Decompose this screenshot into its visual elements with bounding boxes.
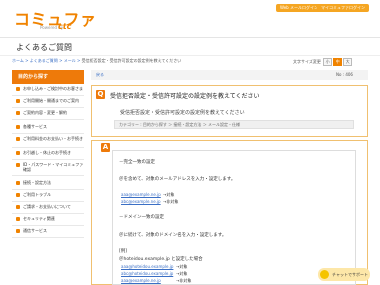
text-size-large-button[interactable]: 大 bbox=[343, 58, 353, 66]
arrow-icon bbox=[16, 151, 20, 155]
sidebar-item-trouble[interactable]: ご利用トラブル bbox=[12, 192, 84, 202]
sidebar-item-label: ご利用開始・開通までのご案内 bbox=[23, 98, 79, 103]
arrow-icon bbox=[16, 217, 20, 221]
sidebar-item-label: 通信サービス bbox=[23, 228, 47, 233]
back-link[interactable]: 戻る bbox=[96, 72, 104, 78]
sidebar-item-label: ご利用トラブル bbox=[23, 192, 51, 197]
breadcrumb: ホーム > よくあるご質問 > メール > 受信拒否設定・受信許可設定の設定例を… bbox=[12, 58, 182, 63]
example-address: aaa@example.ne.jp bbox=[121, 278, 161, 283]
example-address: aaa@hoteidou.example.jp bbox=[121, 264, 174, 269]
arrow-icon bbox=[16, 111, 20, 115]
title-divider bbox=[0, 55, 380, 56]
sidebar-item-moving[interactable]: お引越し・休止のお手続き bbox=[12, 150, 84, 160]
example-result: →対象 bbox=[176, 264, 188, 269]
sidebar-item-label: お引越し・休止のお手続き bbox=[23, 150, 71, 155]
question-nav-bar bbox=[91, 70, 368, 80]
sidebar-item-label: ID・パスワード・マイコミュファ確認 bbox=[23, 162, 84, 172]
sidebar-item-apply[interactable]: お申し込み・ご検討中のお客さま bbox=[12, 86, 84, 96]
breadcrumb-faq[interactable]: よくあるご質問 bbox=[30, 58, 58, 63]
text-size-control: 文字サイズ変更 小中大 bbox=[293, 58, 353, 66]
arrow-icon bbox=[16, 193, 20, 197]
breadcrumb-home[interactable]: ホーム bbox=[12, 58, 24, 63]
sidebar-item-label: ご請求・お支払いについて bbox=[23, 204, 71, 209]
sidebar-item-label: セキュリティ関連 bbox=[23, 216, 55, 221]
sidebar-item-id-password[interactable]: ID・パスワード・マイコミュファ確認 bbox=[12, 162, 84, 176]
arrow-icon bbox=[16, 229, 20, 233]
breadcrumb-mail[interactable]: メール bbox=[64, 58, 76, 63]
webmail-login-link[interactable]: Web メールログイン bbox=[276, 4, 322, 12]
mycommufa-login-link[interactable]: マイコミュファログイン bbox=[317, 4, 369, 12]
text-size-label: 文字サイズ変更 bbox=[293, 59, 321, 64]
sidebar-item-communication[interactable]: 通信サービス bbox=[12, 228, 84, 238]
arrow-icon bbox=[16, 181, 20, 185]
sidebar-item-start[interactable]: ご利用開始・開通までのご案内 bbox=[12, 98, 84, 108]
category-path: カテゴリー : 目的から探す ＞ 接続・設定方法 ＞ メール設定・仕様 bbox=[114, 120, 354, 129]
example-setting: ＠hoteidou.example.jp と設定した場合 bbox=[119, 257, 203, 262]
example-result: →非対象 bbox=[163, 199, 179, 204]
sidebar-title: 目的から探す bbox=[12, 70, 84, 84]
example-result: →対象 bbox=[163, 192, 175, 197]
question-icon: Q bbox=[96, 90, 105, 99]
text-size-medium-button[interactable]: 中 bbox=[333, 58, 343, 66]
chat-mascot-icon bbox=[320, 270, 329, 279]
question-subtitle: 受信拒否設定・受信許可設定の設定例を教えてください bbox=[120, 110, 245, 116]
arrow-icon bbox=[16, 205, 20, 209]
answer-text-domain: ＠に続けて、対象のドメイン名を入力・設定します。 bbox=[119, 233, 227, 238]
sidebar-item-label: ご契約内容・変更・解約 bbox=[23, 110, 67, 115]
sidebar-item-payment[interactable]: ご利用料金のお支払い・お手続き bbox=[12, 136, 84, 148]
sidebar-item-security[interactable]: セキュリティ関連 bbox=[12, 216, 84, 226]
arrow-icon bbox=[16, 163, 20, 167]
sidebar-item-contract[interactable]: ご契約内容・変更・解約 bbox=[12, 110, 84, 120]
page-title: よくあるご質問 bbox=[16, 43, 72, 52]
example-address: aaa@example.ne.jp bbox=[121, 192, 161, 197]
answer-text-exact: ＠を含めて、対象のメールアドレスを入力・設定します。 bbox=[119, 177, 236, 182]
answer-heading-exact: －完全一致の設定 bbox=[119, 160, 155, 165]
example-address: abc@example.ne.jp bbox=[121, 199, 161, 204]
sidebar-item-billing[interactable]: ご請求・お支払いについて bbox=[12, 204, 84, 214]
header-divider bbox=[0, 37, 380, 38]
sidebar-item-services[interactable]: 各種サービス bbox=[12, 124, 84, 134]
arrow-icon bbox=[16, 137, 20, 141]
arrow-icon bbox=[16, 99, 20, 103]
example-result: →対象 bbox=[176, 271, 188, 276]
example-label: [例] bbox=[119, 249, 128, 254]
logo-brand: ctc bbox=[58, 22, 72, 31]
sidebar-item-connection[interactable]: 接続・設定方法 bbox=[12, 180, 84, 190]
arrow-icon bbox=[16, 125, 20, 129]
question-title: 受信拒否設定・受信許可設定の設定例を教えてください bbox=[110, 93, 260, 100]
example-result: →非対象 bbox=[176, 278, 192, 283]
chat-support-label: チャットでサポート bbox=[332, 272, 368, 277]
answer-heading-domain: －ドメイン一致の設定 bbox=[119, 215, 164, 220]
sidebar-item-label: お申し込み・ご検討中のお客さま bbox=[23, 86, 83, 91]
sidebar-item-label: 各種サービス bbox=[23, 124, 47, 129]
breadcrumb-current: 受信拒否設定・受信許可設定の設定例を教えてください bbox=[81, 58, 182, 63]
sidebar-item-label: ご利用料金のお支払い・お手続き bbox=[23, 136, 83, 141]
example-address: abc@hoteidou.example.jp bbox=[121, 271, 174, 276]
arrow-icon bbox=[16, 87, 20, 91]
sidebar-item-label: 接続・設定方法 bbox=[23, 180, 51, 185]
faq-number: No : 406 bbox=[336, 72, 353, 77]
answer-icon: A bbox=[101, 143, 110, 152]
text-size-small-button[interactable]: 小 bbox=[323, 58, 333, 66]
